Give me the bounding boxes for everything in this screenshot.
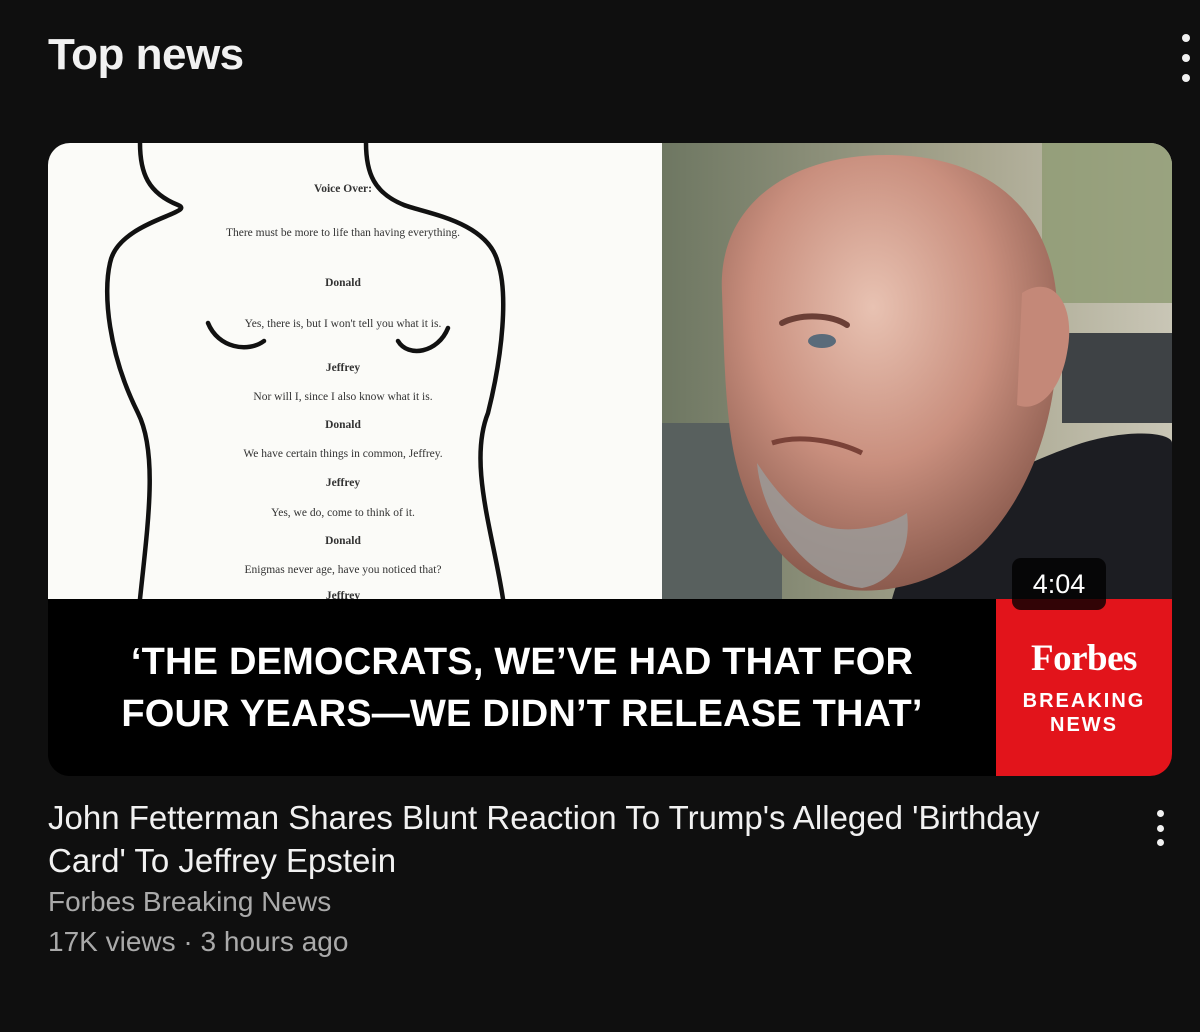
- headline-line-1: ‘THE DEMOCRATS, WE’VE HAD THAT FOR: [130, 640, 914, 683]
- video-thumbnail[interactable]: Voice Over: There must be more to life t…: [48, 143, 1172, 776]
- view-count: 17K views: [48, 926, 176, 957]
- document-line: Yes, there is, but I won't tell you what…: [244, 318, 442, 330]
- dot: [1182, 54, 1190, 62]
- brand-sub-line-2: NEWS: [1050, 714, 1118, 736]
- forbes-logo: Forbes BREAKING NEWS: [996, 599, 1172, 776]
- section-more-icon[interactable]: [1176, 34, 1196, 82]
- document-line: Jeffrey: [325, 362, 361, 374]
- thumbnail-headline-bar: ‘THE DEMOCRATS, WE’VE HAD THAT FOR FOUR …: [48, 599, 996, 776]
- document-line: There must be more to life than having e…: [225, 227, 461, 239]
- dot: [1156, 824, 1164, 832]
- video-duration-badge: 4:04: [1012, 558, 1106, 610]
- dot: [1156, 810, 1164, 817]
- channel-name[interactable]: Forbes Breaking News: [48, 886, 331, 918]
- brand-name: Forbes: [1031, 638, 1137, 679]
- dot: [1156, 839, 1164, 846]
- dot: [1182, 74, 1190, 82]
- dot: [1182, 34, 1190, 42]
- meta-separator: ·: [183, 926, 193, 957]
- document-line: Donald: [325, 535, 361, 547]
- video-more-icon[interactable]: [1150, 810, 1170, 846]
- document-line: Jeffrey: [325, 477, 361, 489]
- document-line: Voice Over:: [313, 183, 372, 195]
- document-line: Enigmas never age, have you noticed that…: [244, 564, 442, 576]
- headline-line-2: FOUR YEARS—WE DIDN’T RELEASE THAT’: [121, 692, 923, 735]
- person-photo: [662, 143, 1172, 599]
- brand-subtitle: BREAKING NEWS: [996, 689, 1172, 737]
- video-title[interactable]: John Fetterman Shares Blunt Reaction To …: [48, 796, 1108, 882]
- document-line: Nor will I, since I also know what it is…: [253, 391, 433, 403]
- person-photo-illustration: [662, 143, 1172, 599]
- upload-age: 3 hours ago: [200, 926, 349, 957]
- document-line: Yes, we do, come to think of it.: [271, 507, 415, 519]
- document-image: Voice Over: There must be more to life t…: [48, 143, 662, 599]
- document-line: We have certain things in common, Jeffre…: [243, 448, 443, 460]
- section-title: Top news: [48, 30, 244, 79]
- document-line: Donald: [325, 419, 361, 431]
- document-line: Jeffrey: [325, 590, 361, 599]
- video-metadata: 17K views · 3 hours ago: [48, 926, 348, 958]
- document-line: Donald: [325, 277, 361, 289]
- brand-sub-line-1: BREAKING: [1022, 690, 1146, 712]
